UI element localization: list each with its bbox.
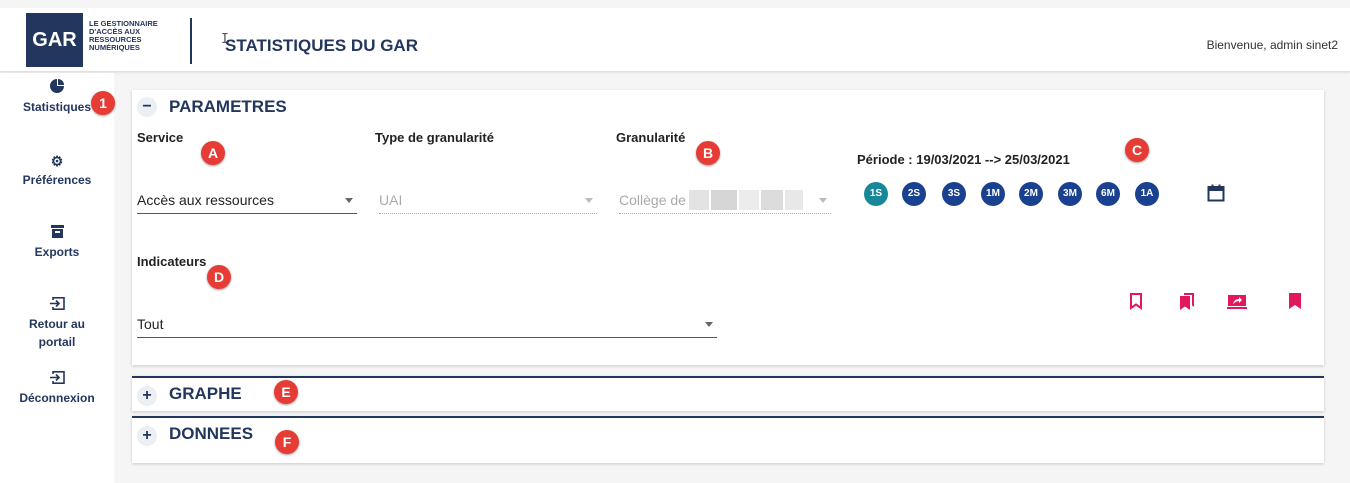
period-chip-6m[interactable]: 6M: [1096, 182, 1120, 206]
period-chip-3m[interactable]: 3M: [1058, 182, 1082, 206]
indicateurs-select[interactable]: Tout: [137, 310, 717, 338]
donnees-title[interactable]: DONNEES: [169, 424, 253, 444]
granularite-value: Collège de: [619, 192, 686, 208]
chevron-down-icon: [345, 198, 353, 203]
page-title: STATISTIQUES DU GAR: [225, 36, 418, 55]
period-chip-3s[interactable]: 3S: [942, 182, 966, 206]
redacted-block: [739, 190, 759, 210]
service-label: Service: [137, 130, 184, 145]
period-chip-2s[interactable]: 2S: [902, 182, 926, 206]
period-chip-1m[interactable]: 1M: [981, 182, 1005, 206]
collapse-parametres-button[interactable]: −: [137, 97, 157, 117]
expand-graphe-button[interactable]: +: [137, 386, 157, 406]
sidebar-item-label: Exports: [34, 245, 80, 259]
indicateurs-value: Tout: [137, 316, 164, 332]
graphe-panel: + GRAPHE: [132, 376, 1324, 411]
bookmark-filled-icon[interactable]: [1287, 292, 1303, 310]
service-value: Accès aux ressources: [137, 192, 274, 208]
annotation-marker-b: B: [696, 141, 720, 165]
gear-icon: ⚙: [50, 153, 64, 169]
redacted-block: [689, 190, 709, 210]
indicateurs-label: Indicateurs: [137, 254, 207, 269]
logo-short: GAR: [32, 28, 77, 51]
redacted-block: [785, 190, 803, 210]
bookmarks-icon[interactable]: [1179, 292, 1195, 310]
chevron-down-icon: [585, 198, 593, 203]
period-chip-1a[interactable]: 1A: [1135, 182, 1159, 206]
parametres-panel: − PARAMETRES Service Accès aux ressource…: [132, 90, 1324, 365]
logout-icon: [0, 371, 114, 387]
annotation-marker-e: E: [274, 380, 298, 404]
redacted-block: [711, 190, 737, 210]
chevron-down-icon: [819, 198, 827, 203]
service-select[interactable]: Accès aux ressources: [137, 186, 357, 214]
granularite-select[interactable]: Collège de: [619, 186, 831, 214]
sidebar-item-retour-portail[interactable]: Retour au portail: [0, 297, 114, 351]
login-icon: [0, 297, 114, 313]
donnees-panel: + DONNEES: [132, 416, 1324, 463]
annotation-marker-c: C: [1125, 138, 1149, 162]
annotation-marker-f: F: [275, 430, 299, 454]
app-header: GAR LE GESTIONNAIRE D'ACCÈS AUX RESSOURC…: [0, 8, 1350, 72]
type-granularite-label: Type de granularité: [375, 130, 494, 145]
period-chip-2m[interactable]: 2M: [1019, 182, 1043, 206]
redacted-block: [761, 190, 783, 210]
annotation-marker-a: A: [201, 141, 225, 165]
logo-text: LE GESTIONNAIRE D'ACCÈS AUX RESSOURCES N…: [89, 19, 158, 52]
type-granularite-select[interactable]: UAI: [379, 186, 597, 214]
sidebar-item-preferences[interactable]: ⚙ Préférences: [0, 153, 114, 189]
type-granularite-value: UAI: [379, 192, 403, 208]
bookmark-outline-icon[interactable]: [1128, 292, 1144, 310]
sidebar: Statistiques ⚙ Préférences Exports Retou…: [0, 73, 114, 483]
granularite-label: Granularité: [616, 130, 686, 145]
archive-icon: [0, 225, 114, 241]
parametres-title[interactable]: PARAMETRES: [169, 97, 287, 117]
graphe-title[interactable]: GRAPHE: [169, 384, 242, 404]
annotation-marker-1: 1: [91, 91, 115, 115]
sidebar-item-label: Préférences: [22, 173, 92, 187]
gar-logo[interactable]: GAR: [26, 13, 83, 67]
sidebar-item-label: Retour au portail: [28, 317, 85, 349]
welcome-text: Bienvenue, admin sinet2: [1206, 38, 1338, 52]
period-chip-1s[interactable]: 1S: [864, 182, 888, 206]
chevron-down-icon: [705, 322, 713, 327]
expand-donnees-button[interactable]: +: [137, 426, 157, 446]
sidebar-item-exports[interactable]: Exports: [0, 225, 114, 261]
sidebar-item-deconnexion[interactable]: Déconnexion: [0, 371, 114, 407]
share-screen-icon[interactable]: [1227, 292, 1247, 310]
header-divider: [190, 18, 192, 64]
periode-label: Période : 19/03/2021 --> 25/03/2021: [857, 152, 1070, 167]
sidebar-item-label: Déconnexion: [19, 391, 95, 405]
annotation-marker-d: D: [207, 265, 231, 289]
calendar-icon[interactable]: [1207, 184, 1225, 202]
